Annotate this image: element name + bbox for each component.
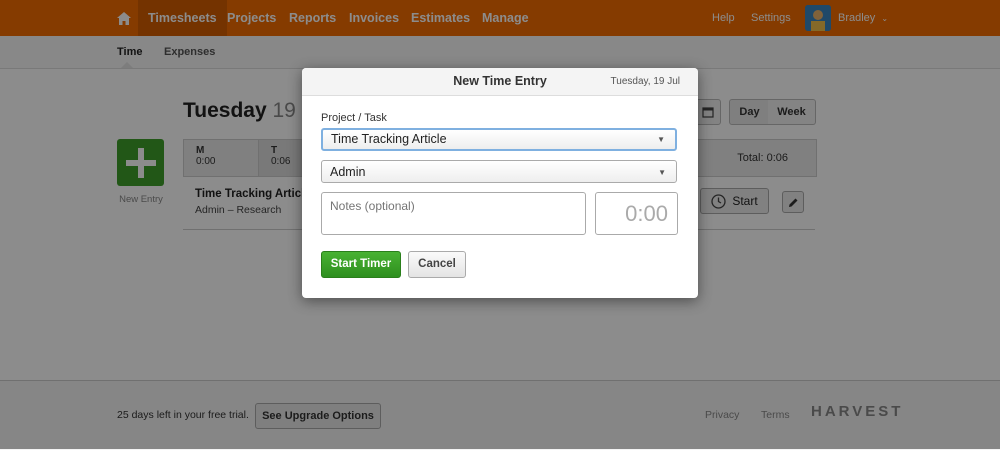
start-timer-submit-button[interactable]: Start Timer: [321, 251, 401, 278]
project-select-value: Time Tracking Article: [331, 132, 447, 146]
cancel-button[interactable]: Cancel: [408, 251, 466, 278]
dialog-header: New Time Entry Tuesday, 19 Jul: [302, 68, 698, 96]
project-select[interactable]: Time Tracking Article ▼: [321, 128, 677, 151]
dropdown-arrow-icon: ▼: [658, 168, 666, 177]
dialog-date: Tuesday, 19 Jul: [610, 76, 680, 87]
task-select-value: Admin: [330, 165, 366, 179]
notes-input[interactable]: [321, 192, 586, 235]
dropdown-arrow-icon: ▼: [657, 135, 665, 144]
task-select[interactable]: Admin ▼: [321, 160, 677, 183]
project-task-label: Project / Task: [321, 112, 387, 124]
hours-input[interactable]: 0:00: [595, 192, 678, 235]
new-time-entry-dialog: New Time Entry Tuesday, 19 Jul Project /…: [302, 68, 698, 298]
